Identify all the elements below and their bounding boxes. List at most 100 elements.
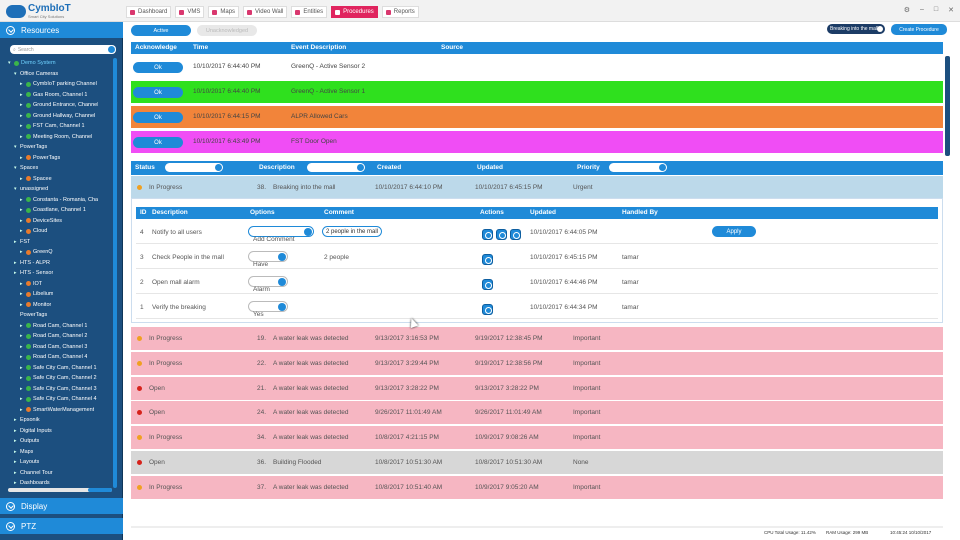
procedure-row[interactable]: In Progress 38. Breaking into the mall 10/1…: [131, 176, 943, 199]
procedure-row[interactable]: In Progress 22. A water leak was detected 9…: [131, 351, 943, 375]
tree-arrow-icon[interactable]: ▸: [20, 81, 24, 87]
tree-arrow-icon[interactable]: ▸: [20, 249, 24, 255]
resources-header[interactable]: Resources: [0, 22, 123, 38]
tree-arrow-icon[interactable]: ▸: [14, 270, 18, 276]
tree-item[interactable]: ▸ DeviceSites: [20, 216, 62, 226]
tree-item[interactable]: ▾ Spaces: [14, 163, 38, 173]
step-option-select[interactable]: Alarm: [248, 276, 288, 293]
create-procedure-button[interactable]: Create Procedure: [891, 24, 947, 35]
tree-item[interactable]: ▸ Road Cam, Channel 3: [20, 342, 87, 352]
settings-icon[interactable]: ⚙: [904, 6, 910, 14]
tree-item[interactable]: ▸ CymbIoT parking Channel: [20, 79, 97, 89]
clear-search-icon[interactable]: [108, 46, 115, 53]
tab-maps[interactable]: Maps: [208, 6, 240, 18]
tree-arrow-icon[interactable]: ▸: [20, 92, 24, 98]
minimize-icon[interactable]: –: [920, 6, 924, 14]
ptz-header[interactable]: PTZ: [0, 518, 123, 534]
tree-arrow-icon[interactable]: ▸: [20, 134, 24, 140]
tree-vertical-scrollbar[interactable]: [113, 58, 117, 488]
tree-arrow-icon[interactable]: ▸: [14, 239, 18, 245]
tree-item[interactable]: ▸ Safe City Cam, Channel 3: [20, 384, 97, 394]
procedure-row[interactable]: In Progress 19. A water leak was detected 9…: [131, 327, 943, 350]
tree-arrow-icon[interactable]: ▸: [20, 281, 24, 287]
tree-arrow-icon[interactable]: ▸: [20, 197, 24, 203]
tab-procedures[interactable]: Procedures: [331, 6, 378, 18]
tree-arrow-icon[interactable]: ▸: [20, 123, 24, 129]
tree-arrow-icon[interactable]: ▸: [20, 344, 24, 350]
procedure-row[interactable]: In Progress 37. A water leak was detected 1…: [131, 475, 943, 499]
action-icon[interactable]: [482, 304, 493, 315]
procedure-row[interactable]: Open 21. A water leak was detected 9/13/201…: [131, 376, 943, 400]
acknowledge-button[interactable]: Ok: [133, 62, 183, 73]
tree-item[interactable]: ▸ Libelium: [20, 289, 53, 299]
tree-item[interactable]: ▸ Layouts: [14, 457, 39, 467]
tree-item[interactable]: ▸ HTS - ALPR: [14, 258, 50, 268]
acknowledge-button[interactable]: Ok: [133, 137, 183, 148]
tree-item[interactable]: PowerTags: [14, 310, 47, 320]
unacknowledged-button[interactable]: Unacknowledged: [197, 25, 257, 36]
tree-horizontal-scrollbar[interactable]: [8, 488, 112, 492]
action-icon[interactable]: [510, 229, 521, 240]
resource-search-input[interactable]: ⌕ Search: [10, 45, 116, 54]
tree-item[interactable]: ▸ Ground Entrance, Channel: [20, 100, 98, 110]
tree-arrow-icon[interactable]: ▸: [20, 218, 24, 224]
tree-arrow-icon[interactable]: ▸: [20, 396, 24, 402]
tree-item[interactable]: ▸ FST: [14, 237, 30, 247]
tab-vms[interactable]: VMS: [175, 6, 205, 18]
step-option-select[interactable]: Yes: [248, 301, 288, 318]
tree-item[interactable]: ▸ Constanta - Romania, Cha: [20, 195, 98, 205]
action-icon[interactable]: [482, 279, 493, 290]
tree-arrow-icon[interactable]: ▸: [14, 480, 18, 486]
action-icon[interactable]: [482, 229, 493, 240]
tree-arrow-icon[interactable]: ▸: [20, 207, 24, 213]
tree-item[interactable]: ▸ Gas Room, Channel 1: [20, 90, 87, 100]
tab-dashboard[interactable]: Dashboard: [126, 6, 172, 18]
procedure-row[interactable]: Open 36. Building Flooded 10/8/2017 10:51:3…: [131, 451, 943, 474]
tree-item[interactable]: ▸ Epsonik: [14, 415, 40, 425]
tree-item[interactable]: ▾ Demo System: [8, 58, 56, 68]
tab-reports[interactable]: Reports: [381, 6, 419, 18]
tree-arrow-icon[interactable]: ▸: [14, 260, 18, 266]
tree-item[interactable]: ▾ PowerTags: [14, 142, 47, 152]
tree-item[interactable]: ▸ Meeting Room, Channel: [20, 132, 92, 142]
tree-arrow-icon[interactable]: ▾: [14, 71, 18, 77]
procedure-select[interactable]: Breaking into the mall: [827, 24, 885, 34]
tree-arrow-icon[interactable]: ▸: [20, 386, 24, 392]
tree-item[interactable]: ▸ Outputs: [14, 436, 39, 446]
tree-arrow-icon[interactable]: ▸: [20, 302, 24, 308]
tree-arrow-icon[interactable]: ▸: [20, 102, 24, 108]
tree-item[interactable]: ▸ Safe City Cam, Channel 4: [20, 394, 97, 404]
tree-item[interactable]: ▸ Maps: [14, 447, 33, 457]
tree-arrow-icon[interactable]: ▸: [20, 113, 24, 119]
description-filter-select[interactable]: [307, 163, 365, 172]
tree-arrow-icon[interactable]: ▸: [20, 323, 24, 329]
tree-item[interactable]: ▸ Ground Hallway, Channel: [20, 111, 95, 121]
priority-filter-select[interactable]: [609, 163, 667, 172]
tree-item[interactable]: ▸ Road Cam, Channel 4: [20, 352, 87, 362]
tree-arrow-icon[interactable]: ▸: [20, 365, 24, 371]
procedure-row[interactable]: Open 24. A water leak was detected 9/26/201…: [131, 401, 943, 425]
tree-item[interactable]: ▸ Cloud: [20, 226, 47, 236]
tree-item[interactable]: ▸ Coastlane, Channel 1: [20, 205, 86, 215]
tree-arrow-icon[interactable]: ▸: [20, 176, 24, 182]
tree-item[interactable]: ▸ Spacee: [20, 174, 52, 184]
tree-item[interactable]: ▸ Dashboards: [14, 478, 50, 488]
tree-arrow-icon[interactable]: ▾: [14, 144, 18, 150]
tree-item[interactable]: ▸ Digital Inputs: [14, 426, 52, 436]
display-header[interactable]: Display: [0, 498, 123, 514]
maximize-icon[interactable]: □: [934, 6, 938, 14]
close-icon[interactable]: ✕: [948, 6, 954, 14]
active-button[interactable]: Active: [131, 25, 191, 36]
tree-arrow-icon[interactable]: ▸: [20, 407, 24, 413]
tree-arrow-icon[interactable]: ▸: [14, 438, 18, 444]
procedure-row[interactable]: In Progress 34. A water leak was detected 1…: [131, 426, 943, 450]
acknowledge-button[interactable]: Ok: [133, 112, 183, 123]
tree-item[interactable]: ▸ SmartWaterManagement: [20, 405, 94, 415]
tree-item[interactable]: ▸ PowerTags: [20, 153, 60, 163]
alarm-scrollbar[interactable]: [945, 56, 950, 156]
tree-arrow-icon[interactable]: ▸: [14, 417, 18, 423]
tree-arrow-icon[interactable]: ▸: [20, 155, 24, 161]
tree-item[interactable]: ▸ HTS - Sensor: [14, 268, 53, 278]
tab-video-wall[interactable]: Video Wall: [243, 6, 288, 18]
scroll-thumb[interactable]: [88, 488, 112, 492]
